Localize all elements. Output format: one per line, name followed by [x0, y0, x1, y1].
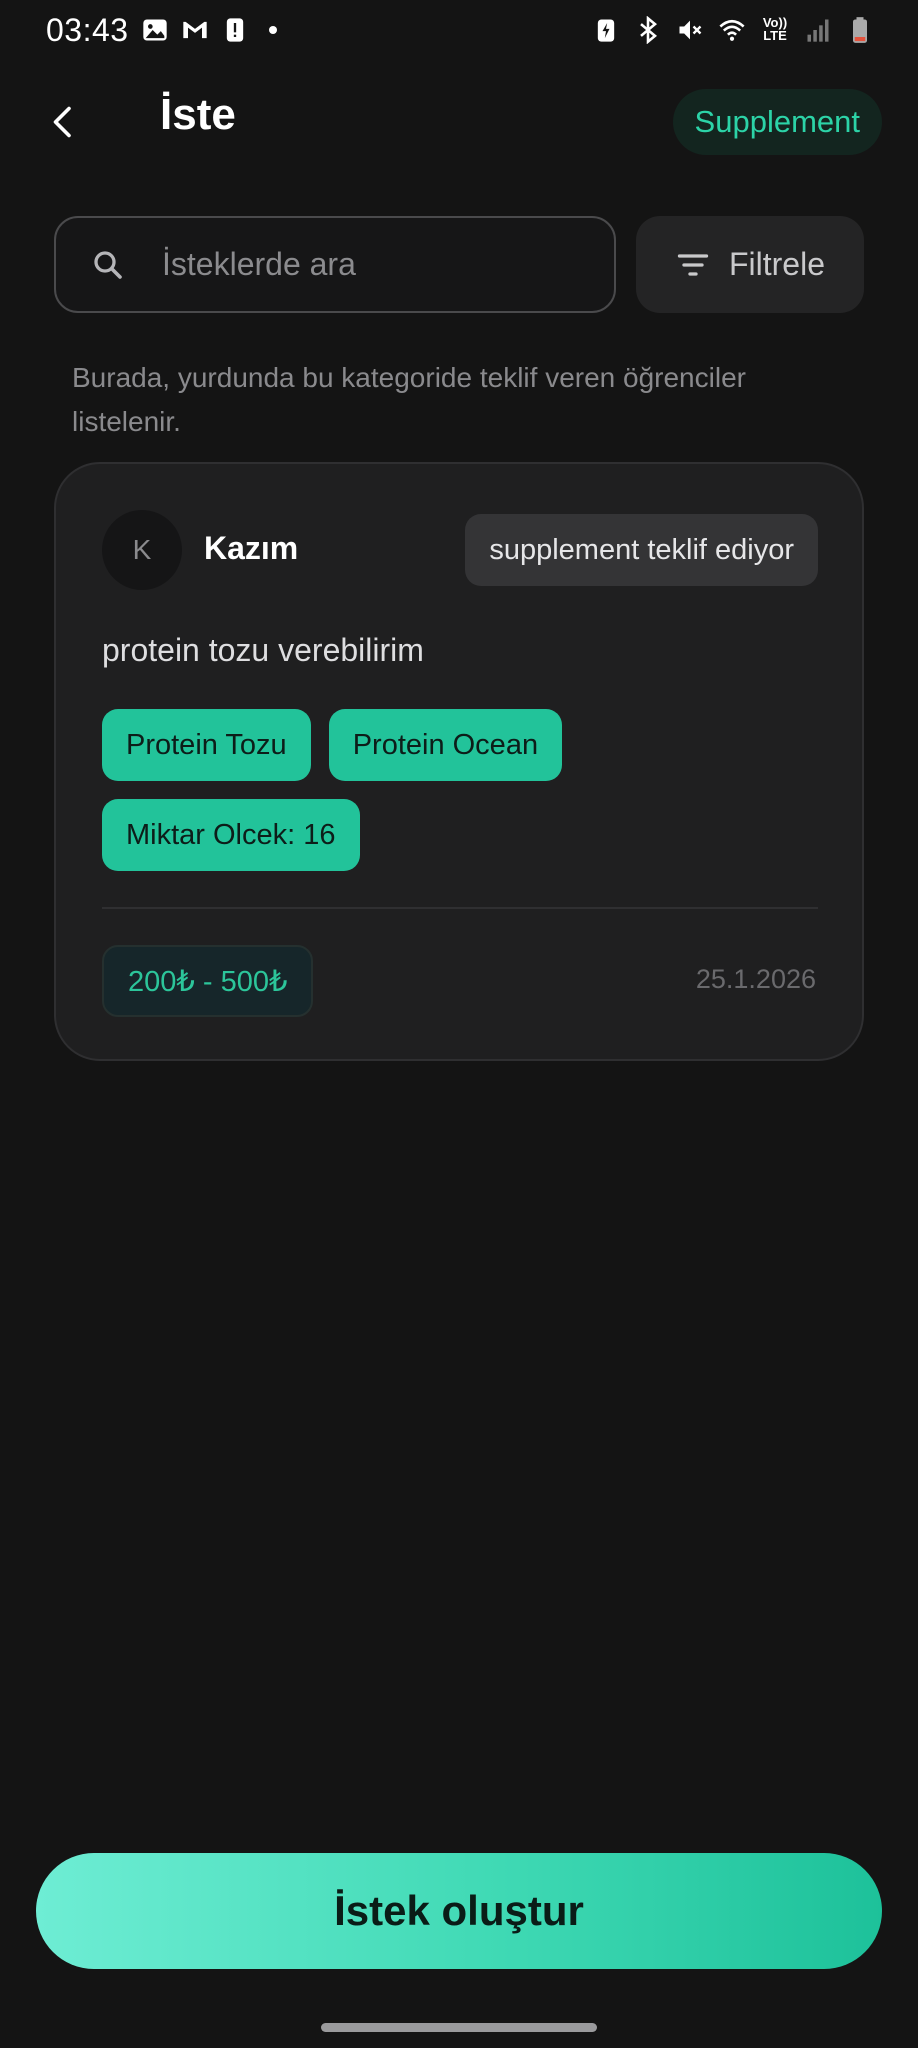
- page-title: İste: [160, 90, 236, 139]
- status-time: 03:43: [46, 11, 129, 48]
- lte-label: LTE: [763, 28, 787, 43]
- chevron-left-icon: [53, 106, 71, 138]
- category-chip[interactable]: Supplement: [672, 89, 882, 155]
- search-box[interactable]: [54, 216, 616, 313]
- create-request-button[interactable]: İstek oluştur: [36, 1853, 882, 1969]
- listing-description: protein tozu verebilirim: [102, 632, 424, 668]
- avatar: K: [102, 510, 182, 590]
- tag-chip: Protein Tozu: [102, 709, 311, 781]
- gallery-icon: [141, 16, 169, 44]
- filter-button[interactable]: Filtrele: [636, 216, 864, 313]
- status-bar: 03:43 Vo)) LTE: [0, 0, 918, 60]
- status-right: Vo)) LTE: [592, 16, 874, 44]
- notification-dot: [268, 26, 277, 34]
- home-indicator[interactable]: [321, 2023, 597, 2032]
- search-icon: [94, 250, 122, 279]
- price-range-badge: 200₺ - 500₺: [102, 945, 314, 1017]
- info-text: Burada, yurdunda bu kategoride teklif ve…: [72, 362, 746, 437]
- listing-card[interactable]: K Kazım supplement teklif ediyor protein…: [54, 462, 864, 1061]
- card-divider: [102, 907, 818, 909]
- filter-label: Filtrele: [728, 246, 825, 282]
- filter-icon: [677, 253, 709, 276]
- search-input[interactable]: [162, 246, 614, 283]
- app-header: İste Supplement: [0, 80, 918, 164]
- volte-icon: Vo)) LTE: [760, 16, 790, 44]
- tag-list: Protein Tozu Protein Ocean Miktar Olcek:…: [102, 709, 822, 871]
- offer-badge: supplement teklif ediyor: [465, 514, 818, 586]
- alert-icon: [221, 16, 249, 44]
- bluetooth-icon: [634, 16, 662, 44]
- back-button[interactable]: [38, 96, 88, 148]
- mute-icon: [676, 16, 704, 44]
- gmail-icon: [181, 16, 209, 44]
- tag-chip: Miktar Olcek: 16: [102, 799, 360, 871]
- cta-container: İstek oluştur: [36, 1853, 882, 1969]
- user-name: Kazım: [204, 530, 299, 566]
- signal-icon: [804, 16, 832, 44]
- status-left: 03:43: [46, 12, 277, 49]
- tag-chip: Protein Ocean: [328, 709, 563, 781]
- battery-saver-icon: [592, 16, 620, 44]
- wifi-icon: [718, 16, 746, 44]
- battery-icon: [846, 16, 874, 44]
- listing-date: 25.1.2026: [695, 964, 816, 994]
